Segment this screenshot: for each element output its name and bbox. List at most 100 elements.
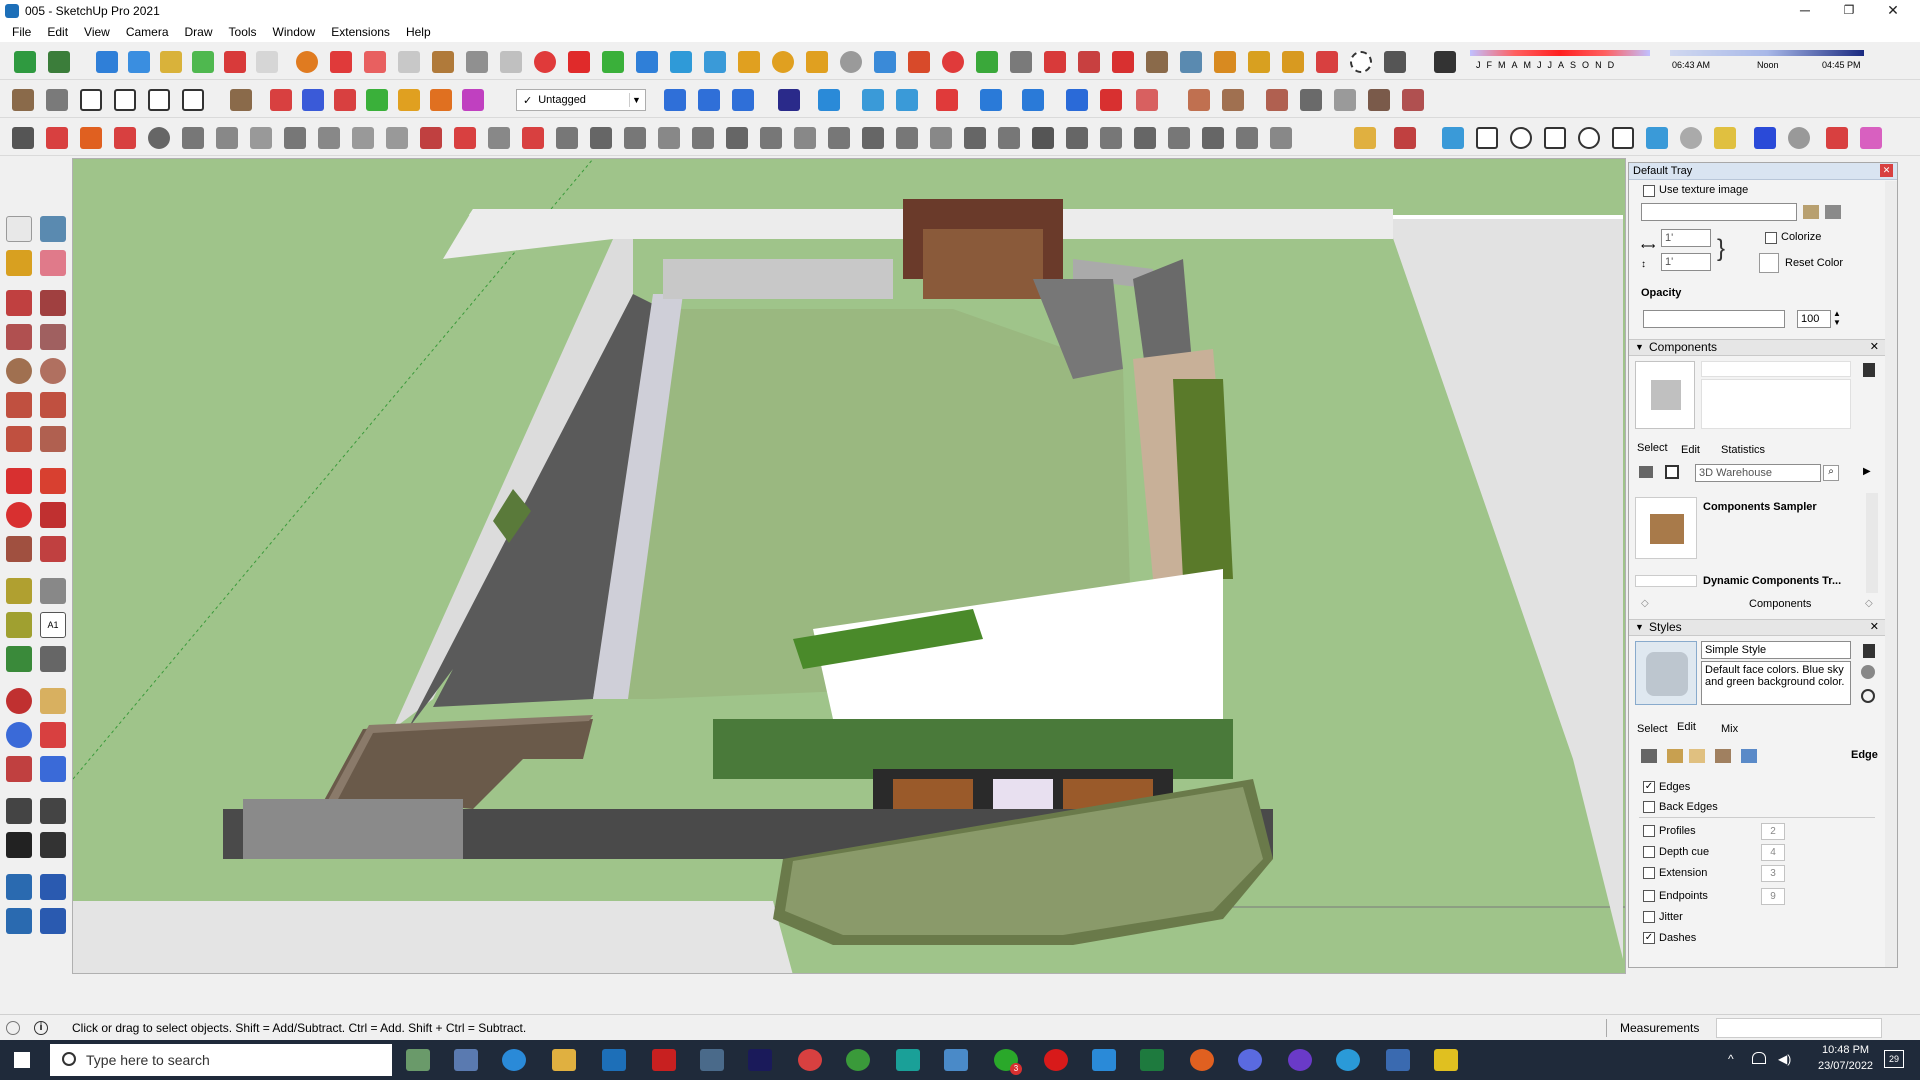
shadow-month-bar[interactable]: JFMAMJJASOND: [1470, 50, 1650, 74]
eraser-pink-icon[interactable]: [1860, 127, 1882, 149]
3d-text-icon[interactable]: [40, 646, 66, 672]
endpoints-value[interactable]: 9: [1761, 888, 1785, 905]
freehand-icon[interactable]: [40, 290, 66, 316]
distribute-icon[interactable]: [896, 89, 918, 111]
offset-icon[interactable]: [80, 127, 102, 149]
menu-view[interactable]: View: [76, 25, 118, 39]
align-icon[interactable]: [862, 89, 884, 111]
wall-icon[interactable]: [1188, 89, 1210, 111]
vertex-icon[interactable]: [284, 127, 306, 149]
circle-icon[interactable]: [6, 358, 32, 384]
depth-cue-checkbox[interactable]: [1643, 846, 1655, 858]
close-button[interactable]: ✕: [1870, 0, 1916, 22]
opacity-slider[interactable]: [1643, 310, 1785, 328]
tray-scrollbar[interactable]: [1885, 181, 1897, 967]
polyline-icon[interactable]: [46, 127, 68, 149]
wave-icon[interactable]: [1202, 127, 1224, 149]
sketchup-taskbar-icon[interactable]: [602, 1049, 626, 1071]
curve-tool-icon[interactable]: [1442, 127, 1464, 149]
component-name-field[interactable]: [1701, 361, 1851, 377]
split-icon[interactable]: [806, 51, 828, 73]
previous-icon[interactable]: ◇: [1641, 598, 1649, 609]
text-tool-icon[interactable]: A1: [40, 612, 66, 638]
opera-icon[interactable]: [1044, 1049, 1068, 1071]
texture-width-field[interactable]: 1': [1661, 229, 1711, 247]
components-section-header[interactable]: ▼ Components ✕: [1629, 339, 1885, 356]
look-around-icon[interactable]: [40, 798, 66, 824]
add-detail-icon[interactable]: [568, 51, 590, 73]
eraser-icon[interactable]: [40, 250, 66, 276]
tape-measure-icon[interactable]: [6, 578, 32, 604]
scale-tool-icon[interactable]: [6, 536, 32, 562]
fillet-icon[interactable]: [454, 127, 476, 149]
section-tool-icon[interactable]: [40, 832, 66, 858]
dimension-tool-icon[interactable]: [40, 578, 66, 604]
stripes-icon[interactable]: [930, 127, 952, 149]
menu-extensions[interactable]: Extensions: [323, 25, 398, 39]
notifications-badge[interactable]: 29: [1884, 1050, 1904, 1068]
tray-close-icon[interactable]: ✕: [1880, 164, 1893, 177]
grab-icon[interactable]: [624, 127, 646, 149]
opacity-spinner-icon[interactable]: ▲ ▼: [1833, 309, 1841, 327]
texture-icon[interactable]: [1825, 205, 1841, 219]
scene-icon[interactable]: [398, 51, 420, 73]
ortho-icon[interactable]: [778, 89, 800, 111]
tab-styles-select[interactable]: Select: [1637, 723, 1668, 735]
smoove-icon[interactable]: [466, 51, 488, 73]
tab-components-statistics[interactable]: Statistics: [1721, 444, 1765, 456]
trim-icon[interactable]: [772, 51, 794, 73]
fence-icon[interactable]: [590, 127, 612, 149]
iso-view-icon[interactable]: [96, 51, 118, 73]
rotate-icon[interactable]: [942, 51, 964, 73]
door-tool-icon[interactable]: [1368, 89, 1390, 111]
edge-icon[interactable]: [502, 1049, 526, 1071]
subtract-icon[interactable]: [738, 51, 760, 73]
plant-icon[interactable]: [692, 127, 714, 149]
watermark-settings-icon[interactable]: [1715, 749, 1731, 763]
calculator-icon[interactable]: [454, 1049, 478, 1071]
hexagon-shape-icon[interactable]: [1544, 127, 1566, 149]
box-icon[interactable]: [908, 51, 930, 73]
components-scrollbar[interactable]: [1866, 493, 1878, 593]
shadow-time-bar[interactable]: 06:43 AM Noon 04:45 PM: [1670, 50, 1864, 74]
house-icon[interactable]: [12, 89, 34, 111]
axis-icon[interactable]: [818, 89, 840, 111]
pencil-icon[interactable]: [1394, 127, 1416, 149]
intersect-icon[interactable]: [670, 51, 692, 73]
style-builder-icon[interactable]: [944, 1049, 968, 1071]
mirror-icon[interactable]: [1022, 89, 1044, 111]
curviloft-icon[interactable]: [114, 127, 136, 149]
menu-tools[interactable]: Tools: [221, 25, 265, 39]
tab-styles-mix[interactable]: Mix: [1721, 723, 1738, 735]
whatsapp-icon[interactable]: 3: [994, 1049, 1022, 1075]
opacity-value-field[interactable]: 100: [1797, 310, 1831, 328]
round-corner-icon[interactable]: [216, 127, 238, 149]
next-icon[interactable]: ◇: [1865, 598, 1873, 609]
sandbox-contours-icon[interactable]: [6, 874, 32, 900]
union-icon[interactable]: [704, 51, 726, 73]
drape-icon[interactable]: [534, 51, 556, 73]
component-options-2-icon[interactable]: [302, 89, 324, 111]
component-attributes-icon[interactable]: [334, 89, 356, 111]
push-icon[interactable]: [936, 89, 958, 111]
spiral-icon[interactable]: [1788, 127, 1810, 149]
style-name-field[interactable]: Simple Style: [1701, 641, 1851, 659]
menu-window[interactable]: Window: [265, 25, 324, 39]
offset-tool-icon[interactable]: [40, 536, 66, 562]
rail-icon[interactable]: [1402, 89, 1424, 111]
modeling-settings-icon[interactable]: [1741, 749, 1757, 763]
garage-icon[interactable]: [148, 89, 170, 111]
background-settings-icon[interactable]: [1689, 749, 1705, 763]
left-view-icon[interactable]: [256, 51, 278, 73]
component-icon[interactable]: [1010, 51, 1032, 73]
cube-icon[interactable]: [964, 127, 986, 149]
model-viewport[interactable]: [72, 158, 1626, 974]
arrow-multi-icon[interactable]: [828, 127, 850, 149]
group-icon[interactable]: [976, 51, 998, 73]
window-tool-icon[interactable]: [1334, 89, 1356, 111]
zoom-extents-icon[interactable]: [6, 756, 32, 782]
dashes-checkbox[interactable]: ✓: [1643, 932, 1655, 944]
snipping-icon[interactable]: [700, 1049, 724, 1071]
menu-draw[interactable]: Draw: [177, 25, 221, 39]
profile-builder-icon[interactable]: [488, 127, 510, 149]
